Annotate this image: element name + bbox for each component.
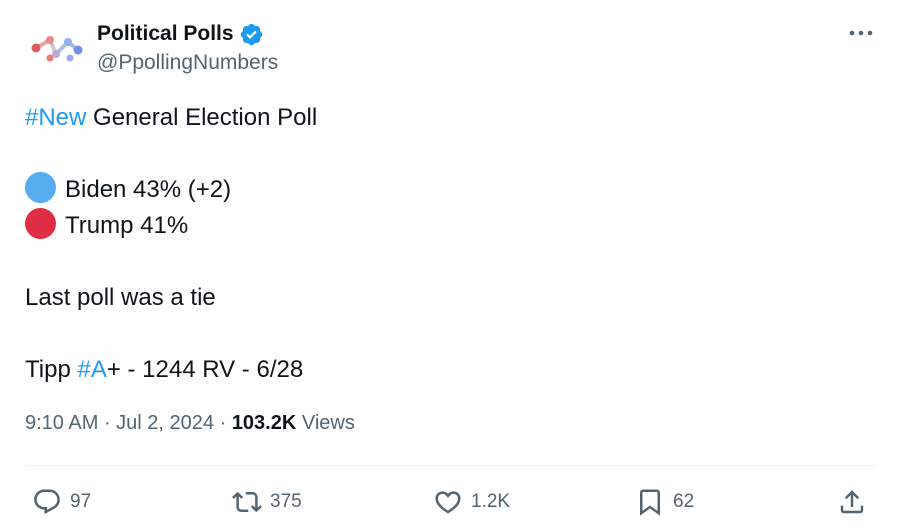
- meta-separator: ·: [214, 412, 232, 434]
- reply-icon: [34, 489, 60, 515]
- source-line: Tipp #A+ - 1244 RV - 6/28: [25, 352, 875, 388]
- tweet-meta: 9:10 AM · Jul 2, 2024 · 103.2K Views: [25, 412, 355, 435]
- like-button[interactable]: 1.2K: [433, 482, 510, 522]
- note-line: Last poll was a tie: [25, 284, 216, 311]
- hashtag-new-link[interactable]: #New: [25, 104, 86, 131]
- repost-button[interactable]: 375: [232, 482, 302, 522]
- tweet-date[interactable]: Jul 2, 2024: [116, 412, 214, 434]
- reply-count: 97: [70, 491, 92, 512]
- views-count[interactable]: 103.2K: [232, 412, 297, 434]
- repost-icon: [232, 491, 262, 513]
- author-name-row: Political Polls: [97, 19, 278, 49]
- blue-circle-icon: [25, 172, 56, 204]
- meta-separator: ·: [98, 412, 117, 434]
- source-prefix: Tipp: [25, 356, 78, 383]
- tweet-time[interactable]: 9:10 AM: [25, 412, 98, 434]
- share-button[interactable]: [837, 482, 867, 522]
- more-options-button[interactable]: [848, 22, 874, 44]
- candidate-label-biden: Biden 43% (+2): [65, 176, 232, 203]
- headline-line: #New General Election Poll: [25, 100, 875, 136]
- tweet-card: Political Polls @PpollingNumbers #New Ge…: [0, 0, 898, 532]
- verified-badge-icon[interactable]: [239, 22, 264, 47]
- red-circle-icon: [25, 208, 56, 240]
- more-dots-icon: [849, 30, 873, 36]
- source-rest: + - 1244 RV - 6/28: [106, 356, 304, 383]
- author-handle[interactable]: @PpollingNumbers: [97, 51, 278, 75]
- bookmark-icon: [640, 489, 660, 516]
- hashtag-a-link[interactable]: #A: [77, 356, 106, 383]
- heart-icon: [435, 491, 461, 514]
- like-count: 1.2K: [471, 491, 511, 512]
- author-block: Political Polls @PpollingNumbers: [97, 19, 278, 75]
- bookmark-button[interactable]: 62: [635, 482, 694, 522]
- candidate-line-biden: Biden 43% (+2): [25, 172, 875, 208]
- candidate-label-trump: Trump 41%: [65, 212, 189, 239]
- bookmark-count: 62: [673, 491, 695, 512]
- repost-count: 375: [270, 491, 302, 512]
- action-bar: 97 375 1.2K 62: [0, 482, 898, 522]
- headline-text: General Election Poll: [86, 104, 318, 131]
- tweet-text: #New General Election Poll Biden 43% (+2…: [25, 100, 875, 388]
- political-polls-logo-icon: [31, 36, 83, 62]
- views-label: Views: [296, 412, 355, 434]
- author-display-name[interactable]: Political Polls: [97, 22, 234, 46]
- reply-button[interactable]: 97: [32, 482, 91, 522]
- candidate-line-trump: Trump 41%: [25, 208, 875, 244]
- share-icon: [840, 490, 864, 514]
- avatar[interactable]: [28, 28, 84, 68]
- divider: [25, 465, 875, 466]
